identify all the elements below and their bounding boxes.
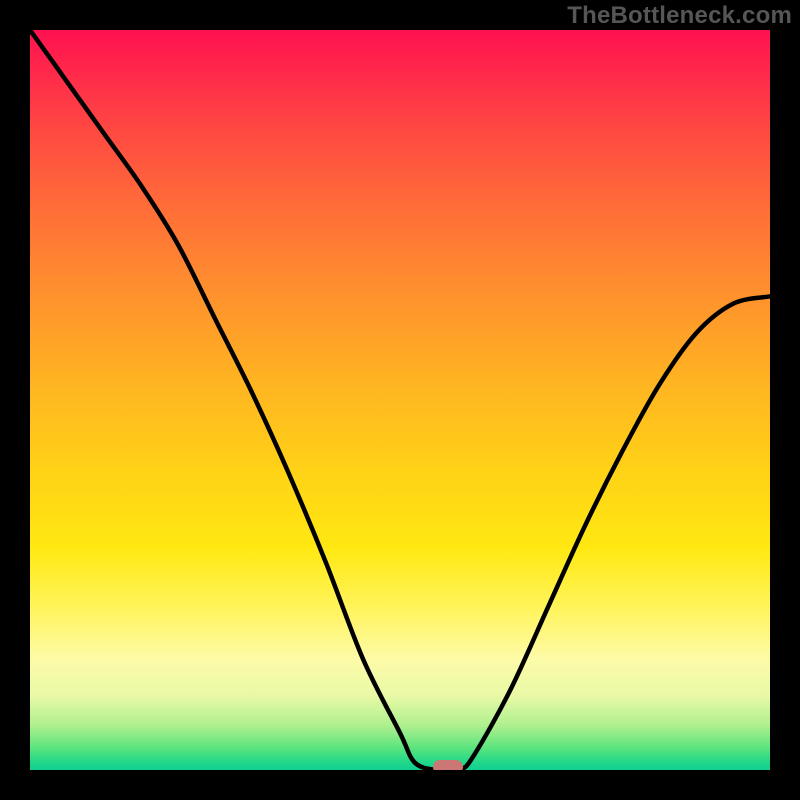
curve-path	[30, 30, 770, 770]
trough-marker	[433, 760, 463, 770]
plot-area	[30, 30, 770, 770]
watermark-text: TheBottleneck.com	[567, 2, 792, 30]
bottleneck-curve	[30, 30, 770, 770]
chart-frame: TheBottleneck.com	[0, 0, 800, 800]
